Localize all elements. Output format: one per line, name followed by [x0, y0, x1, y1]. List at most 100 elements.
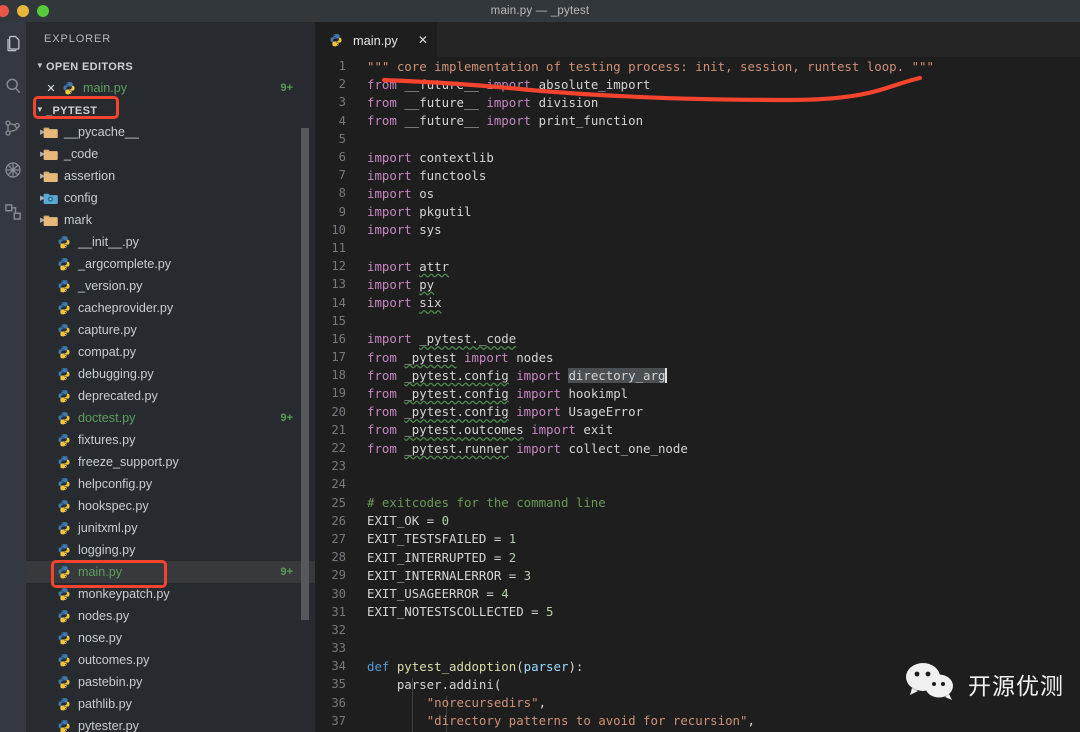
activity-bar[interactable] — [0, 22, 26, 732]
code-line[interactable]: 3 from __future__ import division — [315, 93, 1080, 111]
code-line[interactable]: 17 from _pytest import nodes — [315, 348, 1080, 366]
code-token: import — [367, 222, 420, 238]
tree-file-item[interactable]: freeze_support.py — [26, 451, 315, 473]
tree-item-label: nodes.py — [78, 609, 130, 623]
code-token: 1 — [508, 531, 517, 547]
code-lines[interactable]: 1 """ core implementation of testing proc… — [315, 57, 1080, 732]
tree-folder-item[interactable]: ▶ config — [26, 187, 315, 209]
search-icon[interactable] — [3, 76, 23, 96]
code-line[interactable]: 4 from __future__ import print_function — [315, 112, 1080, 130]
close-icon[interactable]: ✕ — [44, 82, 58, 95]
tree-folder-item[interactable]: ▶ mark — [26, 209, 315, 231]
code-line[interactable]: 14 import six — [315, 293, 1080, 311]
sidebar-scrollbar[interactable] — [301, 128, 309, 620]
code-line[interactable]: 19 from _pytest.config import hookimpl — [315, 384, 1080, 402]
code-token: 0 — [441, 513, 450, 529]
code-line[interactable]: 21 from _pytest.outcomes import exit — [315, 421, 1080, 439]
code-line[interactable]: 22 from _pytest.runner import collect_one… — [315, 439, 1080, 457]
tree-file-item[interactable]: cacheprovider.py — [26, 297, 315, 319]
minimize-window-button[interactable] — [17, 5, 29, 17]
tree-file-item[interactable]: outcomes.py — [26, 649, 315, 671]
zoom-window-button[interactable] — [37, 5, 49, 17]
code-line[interactable]: 15 — [315, 312, 1080, 330]
code-line[interactable]: 33 — [315, 639, 1080, 657]
tree-file-item[interactable]: compat.py — [26, 341, 315, 363]
tree-file-item[interactable]: _version.py — [26, 275, 315, 297]
code-line[interactable]: 8 import os — [315, 184, 1080, 202]
tree-folder-item[interactable]: ▶ _code — [26, 143, 315, 165]
tree-file-item[interactable]: hookspec.py — [26, 495, 315, 517]
code-line[interactable]: 9 import pkgutil — [315, 203, 1080, 221]
open-editors-label: OPEN EDITORS — [46, 60, 134, 73]
code-line[interactable]: 12 import attr — [315, 257, 1080, 275]
tree-file-item[interactable]: nodes.py — [26, 605, 315, 627]
tree-file-item[interactable]: junitxml.py — [26, 517, 315, 539]
code-line[interactable]: 28 EXIT_INTERRUPTED = 2 — [315, 548, 1080, 566]
tree-file-item[interactable]: nose.py — [26, 627, 315, 649]
tree-file-item[interactable]: fixtures.py — [26, 429, 315, 451]
code-line[interactable]: 13 import py — [315, 275, 1080, 293]
tree-file-item[interactable]: doctest.py 9+ — [26, 407, 315, 429]
source-control-icon[interactable] — [3, 118, 23, 138]
run-debug-icon[interactable] — [3, 160, 23, 180]
code-token: import — [367, 204, 420, 220]
code-token: EXIT_OK = — [367, 513, 442, 529]
code-line[interactable]: 27 EXIT_TESTSFAILED = 1 — [315, 530, 1080, 548]
tree-file-item[interactable]: monkeypatch.py — [26, 583, 315, 605]
project-root-header[interactable]: ▼ _PYTEST — [26, 100, 315, 121]
code-line[interactable]: 7 import functools — [315, 166, 1080, 184]
tree-file-item[interactable]: capture.py — [26, 319, 315, 341]
code-text: import _pytest._code — [367, 331, 516, 346]
window-controls[interactable] — [0, 0, 49, 22]
code-line[interactable]: 5 — [315, 130, 1080, 148]
explorer-icon[interactable] — [3, 34, 23, 54]
code-line[interactable]: 26 EXIT_OK = 0 — [315, 512, 1080, 530]
code-line[interactable]: 25 # exitcodes for the command line — [315, 494, 1080, 512]
tree-file-item[interactable]: pathlib.py — [26, 693, 315, 715]
tree-item-label: fixtures.py — [78, 433, 136, 447]
tree-item-label: pathlib.py — [78, 697, 132, 711]
tree-file-item[interactable]: logging.py — [26, 539, 315, 561]
open-editor-item[interactable]: ✕ main.py 9+ — [26, 77, 315, 99]
code-editor[interactable]: 1 """ core implementation of testing proc… — [315, 57, 1080, 732]
tree-file-item[interactable]: main.py 9+ — [26, 561, 315, 583]
tree-file-item[interactable]: pastebin.py — [26, 671, 315, 693]
code-line[interactable]: 11 — [315, 239, 1080, 257]
code-line[interactable]: 37 "directory patterns to avoid for recu… — [315, 712, 1080, 730]
tree-folder-item[interactable]: ▶ assertion — [26, 165, 315, 187]
tree-file-item[interactable]: _argcomplete.py — [26, 253, 315, 275]
file-tree[interactable]: ▶ __pycache__ ▶ _code ▶ assertion ▶ config ▶ mark… — [26, 121, 315, 732]
extensions-icon[interactable] — [3, 202, 23, 222]
code-line[interactable]: 30 EXIT_USAGEERROR = 4 — [315, 584, 1080, 602]
code-token: 2 — [508, 549, 517, 565]
tree-file-item[interactable]: helpconfig.py — [26, 473, 315, 495]
line-number: 6 — [338, 150, 346, 165]
open-editors-section-header[interactable]: ▼ OPEN EDITORS — [26, 56, 315, 77]
tree-file-item[interactable]: debugging.py — [26, 363, 315, 385]
tree-item-label: capture.py — [78, 323, 137, 337]
code-token: hookimpl — [568, 385, 629, 401]
code-line[interactable]: 31 EXIT_NOTESTSCOLLECTED = 5 — [315, 603, 1080, 621]
code-line[interactable]: 23 — [315, 457, 1080, 475]
code-text: from _pytest.runner import collect_one_n… — [367, 441, 688, 456]
chevron-right-icon: ▶ — [40, 151, 46, 158]
tree-file-item[interactable]: pytester.py — [26, 715, 315, 732]
code-token: __future__ — [404, 113, 479, 129]
code-line[interactable]: 6 import contextlib — [315, 148, 1080, 166]
code-line[interactable]: 1 """ core implementation of testing proc… — [315, 57, 1080, 75]
tree-file-item[interactable]: __init__.py — [26, 231, 315, 253]
code-line[interactable]: 32 — [315, 621, 1080, 639]
code-line[interactable]: 2 from __future__ import absolute_import — [315, 75, 1080, 93]
tab-main-py[interactable]: main.py ✕ — [315, 22, 437, 57]
code-line[interactable]: 20 from _pytest.config import UsageError — [315, 403, 1080, 421]
tree-file-item[interactable]: deprecated.py — [26, 385, 315, 407]
code-line[interactable]: 16 import _pytest._code — [315, 330, 1080, 348]
close-window-button[interactable] — [0, 5, 9, 17]
code-line[interactable]: 24 — [315, 475, 1080, 493]
code-line[interactable]: 10 import sys — [315, 221, 1080, 239]
code-line[interactable]: 18 from _pytest.config import directory_a… — [315, 366, 1080, 384]
tree-folder-item[interactable]: ▶ __pycache__ — [26, 121, 315, 143]
close-icon[interactable]: ✕ — [418, 33, 428, 47]
tree-item-label: assertion — [64, 169, 116, 183]
code-line[interactable]: 29 EXIT_INTERNALERROR = 3 — [315, 566, 1080, 584]
